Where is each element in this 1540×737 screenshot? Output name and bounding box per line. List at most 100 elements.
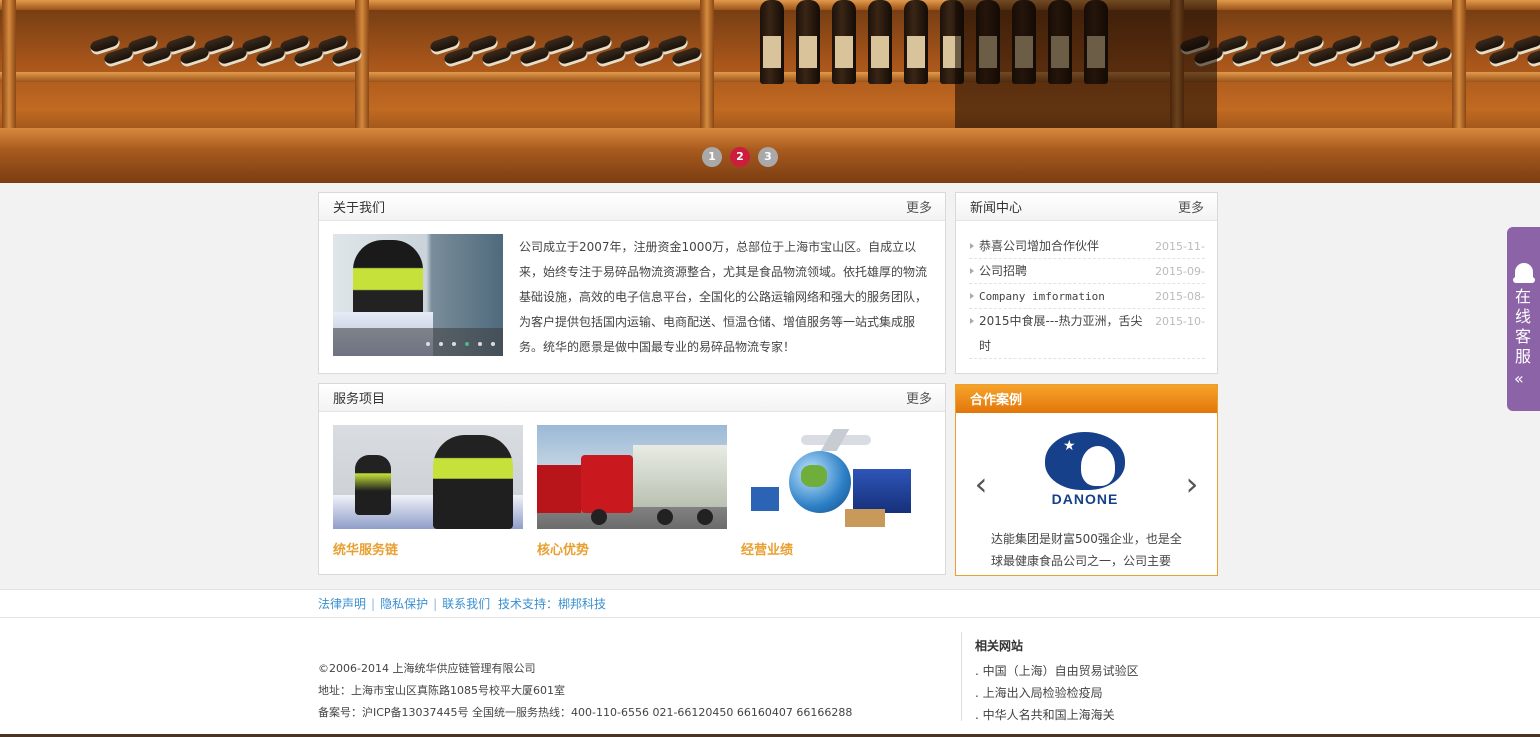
slide-dot-2[interactable]: 2	[730, 147, 750, 167]
news-item[interactable]: 恭喜公司增加合作伙伴 2015-11-	[969, 234, 1205, 259]
cases-panel: 合作案例 ‹ ★ DANONE › 达能集团是财富500强企业，也是全球最健康食…	[955, 384, 1218, 576]
service-caption[interactable]: 核心优势	[537, 539, 727, 558]
tech-support-link[interactable]: 技术支持：梆邦科技	[498, 597, 606, 611]
footer-links: 法律声明 | 隐私保护 | 联系我们 技术支持：梆邦科技	[318, 595, 606, 612]
star-icon: ★	[1063, 438, 1076, 454]
truck-cab	[537, 465, 581, 513]
truck-wheel	[657, 509, 673, 525]
footer-divider	[961, 632, 962, 721]
slideshow-dots[interactable]	[426, 342, 495, 346]
slide-dot-3[interactable]: 3	[758, 147, 778, 167]
footer: ©2006-2014 上海统华供应链管理有限公司 地址：上海市宝山区真陈路108…	[0, 618, 1540, 737]
next-arrow-icon[interactable]: ›	[1181, 468, 1203, 500]
services-header: 服务项目 更多	[319, 384, 945, 412]
footer-info: ©2006-2014 上海统华供应链管理有限公司 地址：上海市宝山区真陈路108…	[318, 658, 852, 724]
link-separator: |	[433, 597, 438, 611]
news-item[interactable]: 2015中食展---热力亚洲，舌尖时 2015-10-	[969, 309, 1205, 359]
news-item-title: 2015中食展---热力亚洲，舌尖时	[979, 314, 1143, 353]
slideshow-dot[interactable]	[465, 342, 469, 346]
double-chevron-left-icon[interactable]: «	[1514, 369, 1524, 388]
slide-dot-1[interactable]: 1	[702, 147, 722, 167]
case-description: 达能集团是财富500强企业，也是全球最健康食品公司之一，公司主要	[991, 532, 1182, 568]
news-item-date: 2015-09-	[1155, 265, 1205, 278]
worker-figure	[355, 455, 391, 515]
wine-bottle	[868, 0, 892, 84]
danone-logo[interactable]: ★ DANONE	[1041, 432, 1129, 508]
slideshow-dot[interactable]	[426, 342, 430, 346]
legal-link[interactable]: 法律声明	[318, 597, 366, 611]
danone-wordmark: DANONE	[1051, 491, 1119, 507]
truck-wheel	[697, 509, 713, 525]
bottle-label	[907, 36, 925, 68]
bottle-label	[871, 36, 889, 68]
news-item-date: 2015-11-	[1155, 240, 1205, 253]
footer-links-bar: 法律声明 | 隐私保护 | 联系我们 技术支持：梆邦科技	[0, 589, 1540, 618]
trucks-photo[interactable]	[537, 425, 727, 529]
news-item[interactable]: 公司招聘 2015-09-	[969, 259, 1205, 284]
globe-land	[801, 465, 827, 487]
services-more-link[interactable]: 更多	[906, 388, 932, 407]
truck-cab	[581, 455, 633, 513]
copyright: ©2006-2014 上海统华供应链管理有限公司	[318, 662, 536, 675]
news-more-link[interactable]: 更多	[1178, 197, 1204, 216]
wine-bottle	[760, 0, 784, 84]
service-item[interactable]: 统华服务链	[333, 425, 523, 558]
wine-bottle	[796, 0, 820, 84]
worker-figure	[433, 435, 513, 529]
cases-title: 合作案例	[970, 393, 1023, 408]
contact-link[interactable]: 联系我们	[442, 597, 490, 611]
workers-photo[interactable]	[333, 425, 523, 529]
related-link[interactable]: . 上海出入局检验检疫局	[975, 682, 1139, 704]
bottle-label	[799, 36, 817, 68]
services-title: 服务项目	[333, 392, 386, 407]
news-item-title: 公司招聘	[979, 264, 1028, 278]
about-header: 关于我们 更多	[319, 193, 945, 221]
bottle-label	[763, 36, 781, 68]
news-item-date: 2015-08-	[1155, 290, 1205, 303]
privacy-link[interactable]: 隐私保护	[380, 597, 428, 611]
news-list: 恭喜公司增加合作伙伴 2015-11- 公司招聘 2015-09- Compan…	[969, 234, 1205, 359]
banner-pagination: 1 2 3	[702, 147, 778, 167]
news-header: 新闻中心 更多	[956, 193, 1217, 221]
slideshow-dot[interactable]	[452, 342, 456, 346]
link-separator: |	[371, 597, 376, 611]
services-panel: 服务项目 更多 统华服务链 核心优势 经营业绩	[318, 383, 946, 575]
about-more-link[interactable]: 更多	[906, 197, 932, 216]
news-item-date: 2015-10-	[1155, 315, 1205, 328]
related-sites: 相关网站 . 中国（上海）自由贸易试验区 . 上海出入局检验检疫局 . 中华人名…	[975, 637, 1139, 726]
related-sites-title: 相关网站	[975, 639, 1024, 653]
bottle-label	[835, 36, 853, 68]
slideshow-dot[interactable]	[478, 342, 482, 346]
address: 地址：上海市宝山区真陈路1085号校平大厦601室	[318, 684, 565, 697]
service-caption[interactable]: 经营业绩	[741, 539, 931, 558]
news-item[interactable]: Company imformation 2015-08-	[969, 284, 1205, 309]
news-item-title: Company imformation	[979, 290, 1105, 303]
cargo-boxes	[845, 509, 885, 527]
hero-banner: 1 2 3	[0, 0, 1540, 183]
about-slideshow[interactable]	[333, 234, 503, 356]
truck-container	[633, 445, 727, 507]
about-text: 公司成立于2007年，注册资金1000万，总部位于上海市宝山区。自成立以来，始终…	[519, 240, 928, 354]
service-item[interactable]: 经营业绩	[741, 425, 931, 558]
boy-silhouette	[1081, 446, 1115, 486]
record-and-hotline: 备案号：沪ICP备13037445号 全国统一服务热线：400-110-6556…	[318, 706, 853, 719]
news-title: 新闻中心	[970, 201, 1023, 216]
service-item[interactable]: 核心优势	[537, 425, 727, 558]
related-link[interactable]: . 中华人名共和国上海海关	[975, 704, 1139, 726]
qq-penguin-icon-base	[1513, 277, 1535, 283]
prev-arrow-icon[interactable]: ‹	[970, 468, 992, 500]
news-item-title: 恭喜公司增加合作伙伴	[979, 239, 1100, 253]
slideshow-dot[interactable]	[439, 342, 443, 346]
online-service-tab[interactable]: 在线客服 «	[1507, 227, 1540, 411]
service-caption[interactable]: 统华服务链	[333, 539, 523, 558]
about-panel: 关于我们 更多 公司成立于2007年，注册资金1000万，总部位于上海市宝山区。…	[318, 192, 946, 374]
related-link[interactable]: . 中国（上海）自由贸易试验区	[975, 660, 1139, 682]
news-panel: 新闻中心 更多 恭喜公司增加合作伙伴 2015-11- 公司招聘 2015-09…	[955, 192, 1218, 374]
wine-bottle	[904, 0, 928, 84]
about-title: 关于我们	[333, 201, 386, 216]
slideshow-dot[interactable]	[491, 342, 495, 346]
online-service-label: 在线客服	[1514, 287, 1531, 366]
truck-wheel	[591, 509, 607, 525]
logistics-globe-photo[interactable]	[741, 425, 931, 529]
cases-header: 合作案例	[956, 385, 1217, 413]
